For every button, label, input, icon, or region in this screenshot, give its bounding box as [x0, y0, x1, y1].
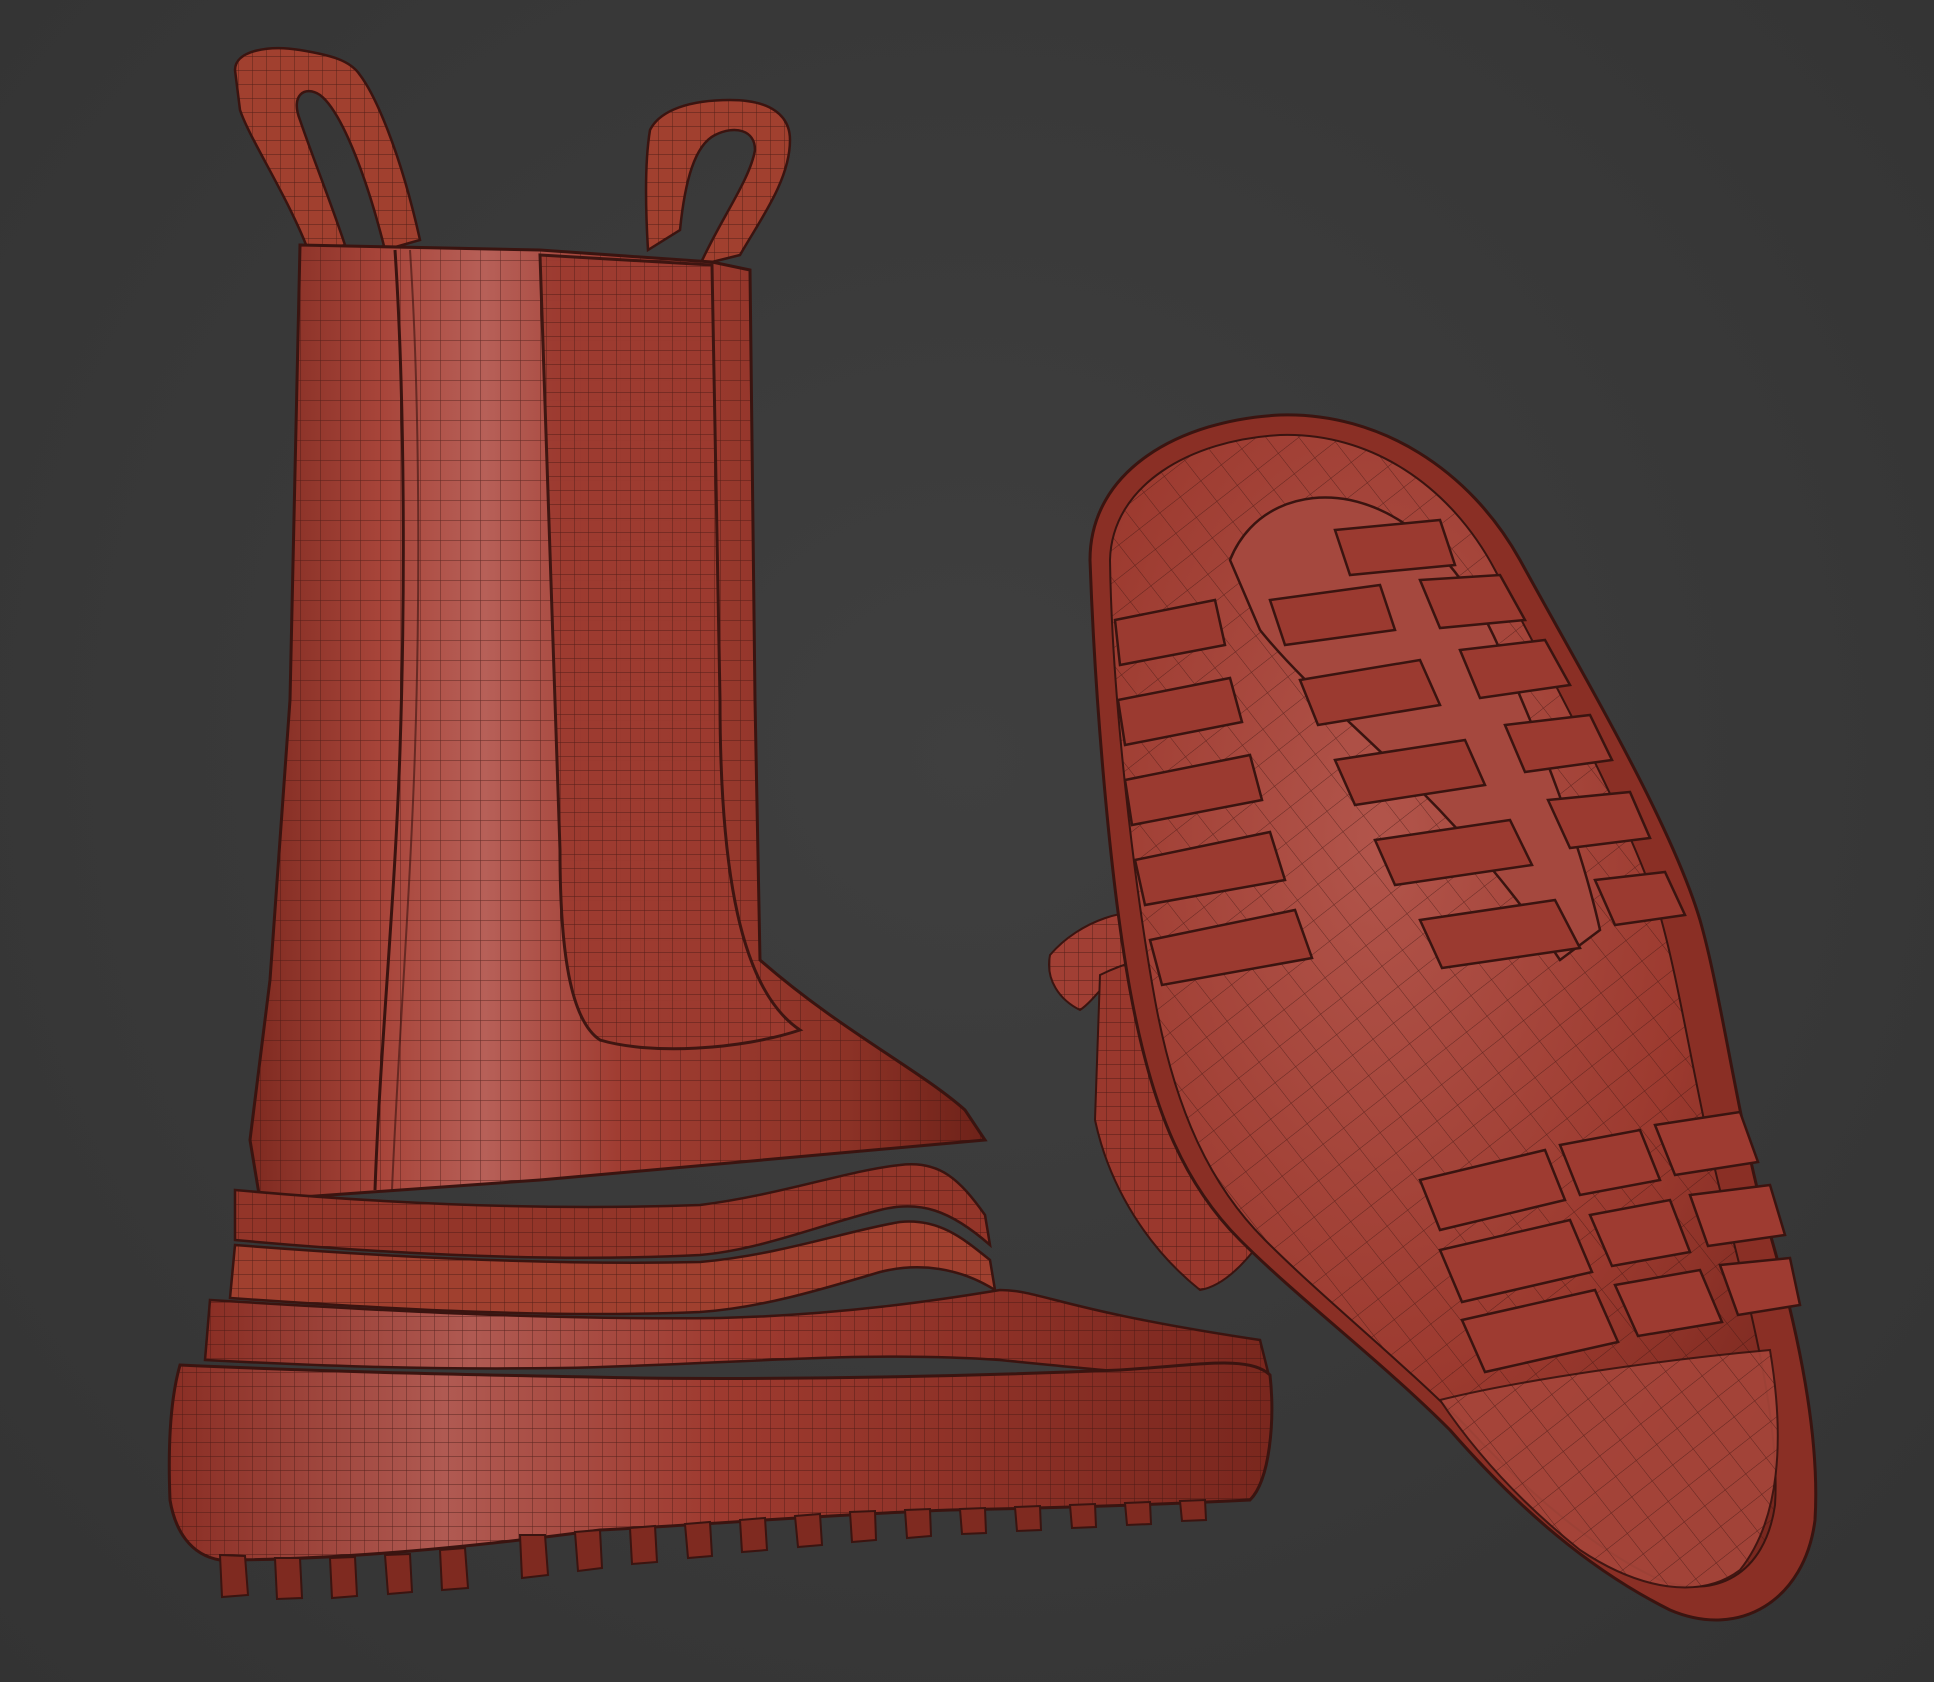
- 3d-viewport: [0, 0, 1934, 1682]
- render-canvas: [167, 46, 1818, 1622]
